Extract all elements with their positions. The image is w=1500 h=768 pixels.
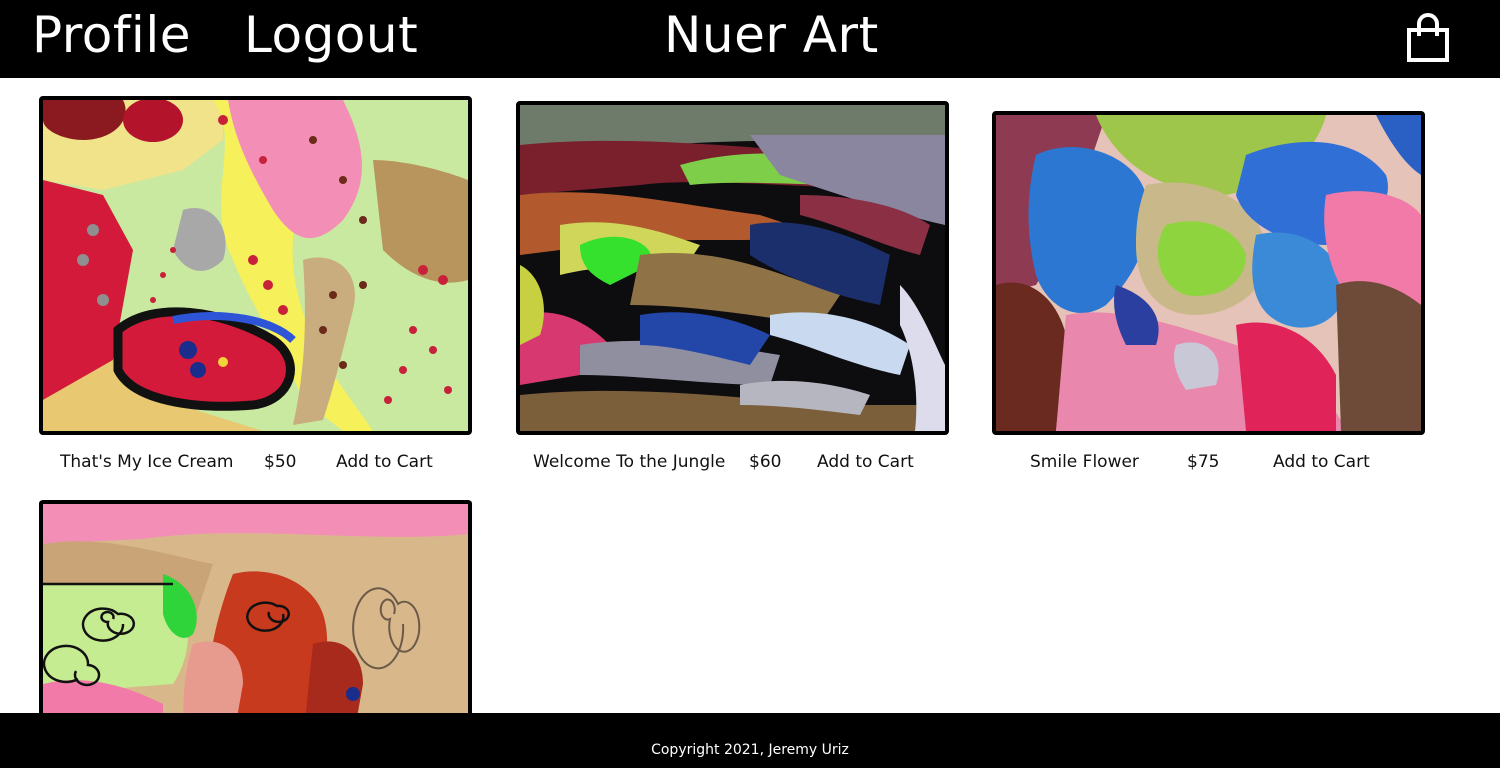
copyright-text: Copyright 2021, Jeremy Uriz [651,742,849,758]
product-title: That's My Ice Cream [60,452,234,472]
artwork-image-ice-cream[interactable] [39,96,472,435]
artwork-image-jungle[interactable] [516,101,949,435]
shopping-bag-icon[interactable] [1404,12,1452,64]
product-price: $60 [749,452,782,472]
product-price: $50 [264,452,297,472]
profile-link[interactable]: Profile [32,4,191,66]
top-nav-bar: Profile Logout Nuer Art [0,0,1500,78]
logout-link[interactable]: Logout [244,4,418,66]
add-to-cart-button[interactable]: Add to Cart [817,451,914,473]
product-title: Welcome To the Jungle [533,452,726,472]
artwork-image-smile-flower[interactable] [992,111,1425,435]
product-title: Smile Flower [1030,452,1139,472]
artwork-image-swirls[interactable] [39,500,472,740]
footer: Copyright 2021, Jeremy Uriz [0,713,1500,768]
add-to-cart-button[interactable]: Add to Cart [1273,451,1370,473]
product-price: $75 [1187,452,1220,472]
add-to-cart-button[interactable]: Add to Cart [336,451,433,473]
site-title: Nuer Art [664,6,879,64]
